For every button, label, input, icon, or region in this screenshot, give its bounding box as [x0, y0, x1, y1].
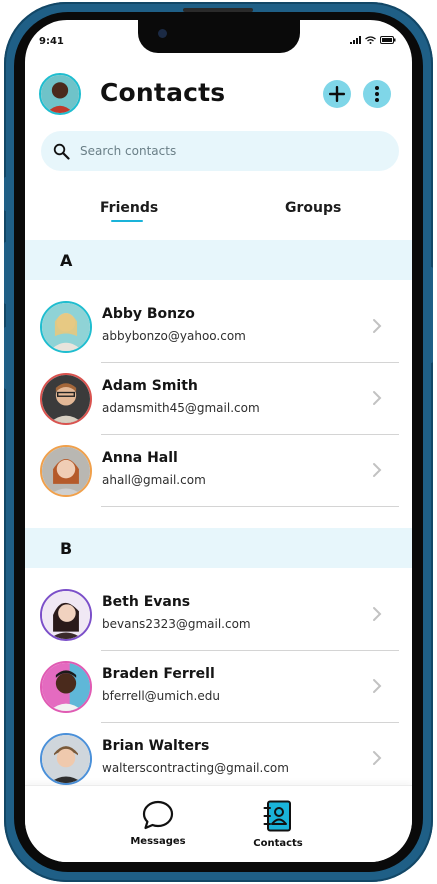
- add-contact-button[interactable]: [323, 80, 351, 108]
- contact-row[interactable]: Braden Ferrell bferrell@umich.edu: [25, 651, 412, 723]
- search-input[interactable]: [80, 144, 370, 158]
- contact-row[interactable]: Abby Bonzo abbybonzo@yahoo.com: [25, 291, 412, 363]
- section-letter: A: [60, 251, 73, 270]
- nav-messages[interactable]: Messages: [118, 800, 198, 847]
- contact-avatar: [40, 733, 92, 785]
- status-time: 9:41: [39, 36, 64, 47]
- contact-name: Adam Smith: [102, 378, 198, 394]
- contact-avatar: [40, 589, 92, 641]
- nav-label: Contacts: [253, 838, 303, 849]
- chevron-right-icon: [373, 463, 382, 477]
- nav-label: Messages: [130, 836, 186, 847]
- contact-row[interactable]: Anna Hall ahall@gmail.com: [25, 435, 412, 507]
- contact-avatar: [40, 445, 92, 497]
- contact-name: Brian Walters: [102, 738, 210, 754]
- address-book-icon: [263, 800, 291, 832]
- contact-avatar: [40, 301, 92, 353]
- section-header-a: A: [25, 240, 412, 280]
- chevron-right-icon: [373, 319, 382, 333]
- profile-avatar[interactable]: [39, 73, 81, 115]
- contact-name: Anna Hall: [102, 450, 178, 466]
- contact-row[interactable]: Beth Evans bevans2323@gmail.com: [25, 579, 412, 651]
- signal-icon: [350, 36, 361, 44]
- chevron-right-icon: [373, 679, 382, 693]
- notch: [138, 20, 300, 53]
- contact-email: bferrell@umich.edu: [102, 689, 220, 703]
- top-speaker: [183, 8, 253, 12]
- page-title: Contacts: [100, 78, 226, 107]
- chevron-right-icon: [373, 751, 382, 765]
- battery-icon: [380, 36, 396, 44]
- volume-down-button: [4, 327, 10, 389]
- chevron-right-icon: [373, 607, 382, 621]
- contact-name: Braden Ferrell: [102, 666, 215, 682]
- divider: [101, 506, 399, 507]
- power-button: [427, 267, 433, 363]
- contact-avatar: [40, 373, 92, 425]
- contact-email: bevans2323@gmail.com: [102, 617, 251, 631]
- contact-name: Beth Evans: [102, 594, 191, 610]
- wifi-icon: [365, 36, 376, 44]
- section-header-b: B: [25, 528, 412, 568]
- chat-bubble-icon: [142, 800, 174, 830]
- contact-row[interactable]: Adam Smith adamsmith45@gmail.com: [25, 363, 412, 435]
- tab-groups[interactable]: Groups: [285, 200, 341, 216]
- app-screen: 9:41 Contacts Search contacts Friends Gr…: [25, 20, 412, 862]
- tab-friends[interactable]: Friends: [100, 200, 158, 216]
- active-tab-indicator: [111, 220, 143, 222]
- section-letter: B: [60, 539, 73, 558]
- bottom-navigation: Messages Contacts: [25, 785, 412, 862]
- search-bar[interactable]: [41, 131, 399, 171]
- mute-switch: [4, 177, 10, 211]
- contact-avatar: [40, 661, 92, 713]
- status-icons: [350, 36, 396, 44]
- volume-up-button: [4, 242, 10, 304]
- contact-email: abbybonzo@yahoo.com: [102, 329, 246, 343]
- chevron-right-icon: [373, 391, 382, 405]
- nav-contacts[interactable]: Contacts: [238, 800, 318, 849]
- search-icon: [53, 143, 70, 160]
- front-camera: [158, 29, 167, 38]
- vertical-dots-icon: [375, 86, 379, 102]
- more-options-button[interactable]: [363, 80, 391, 108]
- contact-email: ahall@gmail.com: [102, 473, 206, 487]
- plus-icon: [329, 86, 345, 102]
- contact-email: adamsmith45@gmail.com: [102, 401, 260, 415]
- contact-name: Abby Bonzo: [102, 306, 195, 322]
- contact-email: walterscontracting@gmail.com: [102, 761, 289, 775]
